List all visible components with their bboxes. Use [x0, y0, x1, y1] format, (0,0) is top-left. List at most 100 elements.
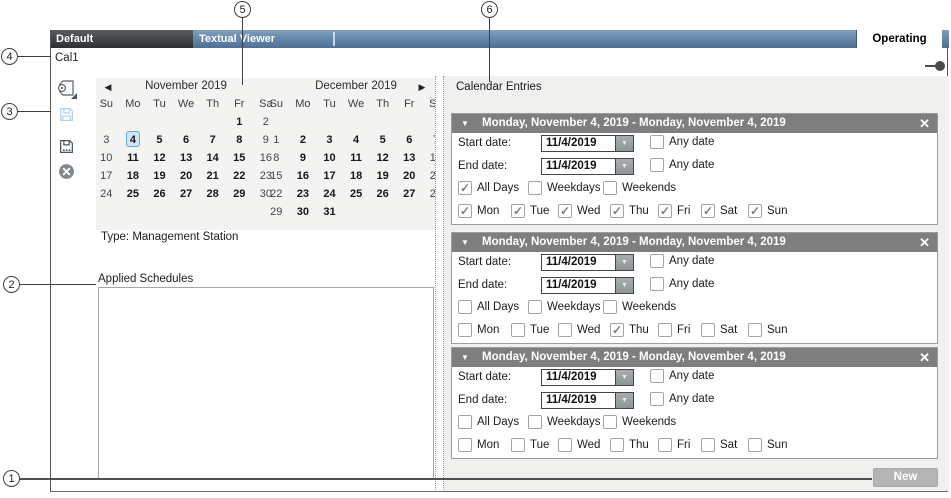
calendar-day[interactable]: 5: [369, 130, 396, 148]
calendar-day[interactable]: 30: [290, 202, 317, 220]
start-date-input[interactable]: 11/4/2019▼: [541, 254, 634, 271]
checkbox[interactable]: [511, 438, 525, 452]
checkbox[interactable]: [528, 415, 542, 429]
end-date-dropdown-button[interactable]: ▼: [615, 393, 633, 408]
calendar-day[interactable]: 17: [316, 166, 343, 184]
entry-header[interactable]: ▼Monday, November 4, 2019 - Monday, Nove…: [452, 233, 937, 252]
pane-splitter[interactable]: [435, 76, 444, 490]
day-checkbox-sun[interactable]: ✓Sun: [748, 204, 787, 218]
checkbox[interactable]: [650, 392, 664, 406]
day-checkbox-thu[interactable]: ✓Thu: [610, 204, 649, 218]
calendar-day[interactable]: 12: [146, 148, 173, 166]
checkbox[interactable]: [650, 369, 664, 383]
calendar-day[interactable]: 28: [199, 184, 226, 202]
calendar-day[interactable]: 21: [199, 166, 226, 184]
calendar-day[interactable]: 15: [226, 148, 253, 166]
tab-operating[interactable]: Operating: [856, 30, 942, 48]
collapse-icon[interactable]: ▼: [461, 119, 469, 129]
tab-textual-viewer[interactable]: Textual Viewer: [193, 30, 383, 48]
group-checkbox-all-days[interactable]: All Days: [458, 415, 519, 429]
calendar-day[interactable]: 3: [93, 130, 120, 148]
calendar-day[interactable]: 22: [263, 184, 290, 202]
close-icon[interactable]: ✕: [919, 235, 930, 251]
calendar-day[interactable]: 25: [343, 184, 370, 202]
calendar-day[interactable]: 4: [120, 130, 147, 148]
day-checkbox-thu[interactable]: Thu: [610, 438, 649, 452]
calendar-day[interactable]: 19: [369, 166, 396, 184]
calendar-day[interactable]: 11: [120, 148, 147, 166]
calendar-day[interactable]: 14: [199, 148, 226, 166]
day-checkbox-tue[interactable]: Tue: [511, 438, 549, 452]
day-checkbox-sat[interactable]: Sat: [701, 438, 737, 452]
checkbox[interactable]: ✓: [658, 204, 672, 218]
day-checkbox-tue[interactable]: Tue: [511, 323, 549, 337]
end-date-input[interactable]: 11/4/2019▼: [541, 392, 634, 409]
day-checkbox-thu[interactable]: ✓Thu: [610, 323, 649, 337]
start-date-input[interactable]: 11/4/2019▼: [541, 369, 634, 386]
checkbox[interactable]: [558, 438, 572, 452]
close-icon[interactable]: ✕: [919, 350, 930, 366]
collapse-icon[interactable]: ▼: [461, 238, 469, 248]
save-as-icon[interactable]: [58, 138, 75, 155]
checkbox[interactable]: [650, 277, 664, 291]
close-icon[interactable]: ✕: [919, 116, 930, 132]
calendar-day[interactable]: 26: [369, 184, 396, 202]
collapse-icon[interactable]: ▼: [461, 353, 469, 363]
checkbox[interactable]: [658, 323, 672, 337]
day-checkbox-sat[interactable]: Sat: [701, 323, 737, 337]
checkbox[interactable]: ✓: [458, 181, 472, 195]
calendar-day[interactable]: 4: [343, 130, 370, 148]
start-date-dropdown-button[interactable]: ▼: [615, 136, 633, 151]
end-date-any-date-checkbox[interactable]: Any date: [650, 277, 714, 291]
calendar-day[interactable]: 29: [263, 202, 290, 220]
checkbox[interactable]: [650, 135, 664, 149]
calendar-day[interactable]: 24: [316, 184, 343, 202]
calendar-day[interactable]: 22: [226, 166, 253, 184]
end-date-input[interactable]: 11/4/2019▼: [541, 277, 634, 294]
new-entry-button[interactable]: New: [873, 468, 938, 487]
start-date-any-date-checkbox[interactable]: Any date: [650, 135, 714, 149]
checkbox[interactable]: [558, 323, 572, 337]
calendar-day[interactable]: 19: [146, 166, 173, 184]
group-checkbox-weekends[interactable]: Weekends: [603, 300, 676, 314]
checkbox[interactable]: [610, 438, 624, 452]
save-split-icon[interactable]: [56, 78, 78, 100]
checkbox[interactable]: [603, 181, 617, 195]
checkbox[interactable]: [650, 158, 664, 172]
calendar-day[interactable]: 20: [173, 166, 200, 184]
day-checkbox-fri[interactable]: ✓Fri: [658, 204, 690, 218]
checkbox[interactable]: ✓: [748, 204, 762, 218]
start-date-input[interactable]: 11/4/2019▼: [541, 135, 634, 152]
calendar-day[interactable]: 27: [396, 184, 423, 202]
calendar-day[interactable]: 6: [396, 130, 423, 148]
checkbox[interactable]: [650, 254, 664, 268]
group-checkbox-all-days[interactable]: All Days: [458, 300, 519, 314]
start-date-dropdown-button[interactable]: ▼: [615, 255, 633, 270]
calendar-day[interactable]: 8: [226, 130, 253, 148]
checkbox[interactable]: [701, 323, 715, 337]
day-checkbox-mon[interactable]: Mon: [458, 438, 499, 452]
group-checkbox-weekdays[interactable]: Weekdays: [528, 181, 600, 195]
group-checkbox-all-days[interactable]: ✓All Days: [458, 181, 519, 195]
calendar-day[interactable]: 13: [396, 148, 423, 166]
calendar-day[interactable]: 1: [263, 130, 290, 148]
entry-header[interactable]: ▼Monday, November 4, 2019 - Monday, Nove…: [452, 114, 937, 133]
group-checkbox-weekends[interactable]: Weekends: [603, 181, 676, 195]
calendar-day[interactable]: 27: [173, 184, 200, 202]
checkbox[interactable]: [528, 300, 542, 314]
day-checkbox-sun[interactable]: Sun: [748, 323, 787, 337]
checkbox[interactable]: [658, 438, 672, 452]
checkbox[interactable]: ✓: [558, 204, 572, 218]
end-date-input[interactable]: 11/4/2019▼: [541, 158, 634, 175]
calendar-day[interactable]: 3: [316, 130, 343, 148]
end-date-any-date-checkbox[interactable]: Any date: [650, 158, 714, 172]
group-checkbox-weekdays[interactable]: Weekdays: [528, 415, 600, 429]
checkbox[interactable]: [458, 323, 472, 337]
calendar-day[interactable]: 25: [120, 184, 147, 202]
pin-icon-dot[interactable]: [935, 61, 945, 71]
day-checkbox-fri[interactable]: Fri: [658, 323, 690, 337]
calendar-day[interactable]: 10: [93, 148, 120, 166]
checkbox[interactable]: [458, 415, 472, 429]
tab-default[interactable]: Default: [51, 30, 193, 48]
calendar-day[interactable]: 11: [343, 148, 370, 166]
